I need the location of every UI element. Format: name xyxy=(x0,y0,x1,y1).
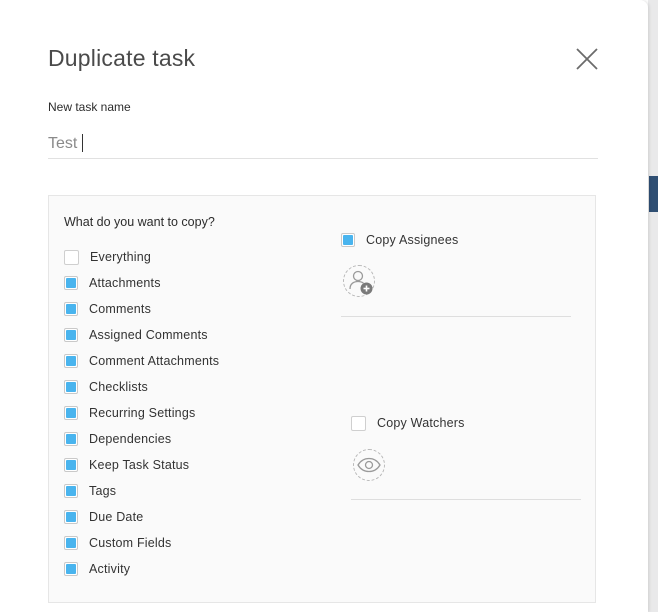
copy-watchers-label: Copy Watchers xyxy=(377,416,465,430)
option-everything[interactable]: Everything xyxy=(64,249,151,265)
option-recurring-settings[interactable]: Recurring Settings xyxy=(64,405,195,421)
attachments-checkbox[interactable] xyxy=(64,276,78,290)
tags-label: Tags xyxy=(89,484,117,498)
option-comments[interactable]: Comments xyxy=(64,301,151,317)
option-tags[interactable]: Tags xyxy=(64,483,116,499)
keep-task-status-label: Keep Task Status xyxy=(89,458,190,472)
close-button[interactable] xyxy=(573,45,601,73)
keep-task-status-checkbox[interactable] xyxy=(64,458,78,472)
attachments-label: Attachments xyxy=(89,276,161,290)
option-keep-task-status[interactable]: Keep Task Status xyxy=(64,457,189,473)
dependencies-label: Dependencies xyxy=(89,432,172,446)
option-checklists[interactable]: Checklists xyxy=(64,379,148,395)
checklists-checkbox[interactable] xyxy=(64,380,78,394)
add-watcher-button[interactable] xyxy=(353,449,385,481)
comments-label: Comments xyxy=(89,302,152,316)
custom-fields-checkbox[interactable] xyxy=(64,536,78,550)
everything-label: Everything xyxy=(90,250,152,264)
option-custom-fields[interactable]: Custom Fields xyxy=(64,535,171,551)
close-icon xyxy=(576,48,598,70)
option-due-date[interactable]: Due Date xyxy=(64,509,143,525)
option-assigned-comments[interactable]: Assigned Comments xyxy=(64,327,208,343)
recurring-settings-label: Recurring Settings xyxy=(89,406,196,420)
eye-icon xyxy=(357,457,381,473)
due-date-label: Due Date xyxy=(89,510,144,524)
copy-watchers-checkbox[interactable] xyxy=(351,415,366,431)
copy-assignees-label: Copy Assignees xyxy=(366,233,459,247)
option-attachments[interactable]: Attachments xyxy=(64,275,161,291)
assigned-comments-label: Assigned Comments xyxy=(89,328,208,342)
custom-fields-label: Custom Fields xyxy=(89,536,172,550)
option-comment-attachments[interactable]: Comment Attachments xyxy=(64,353,219,369)
recurring-settings-checkbox[interactable] xyxy=(64,406,78,420)
backdrop xyxy=(648,0,658,612)
dialog-title: Duplicate task xyxy=(48,45,196,71)
comments-checkbox[interactable] xyxy=(64,302,78,316)
duplicate-task-dialog: Duplicate task New task name What do you… xyxy=(0,0,648,612)
checklists-label: Checklists xyxy=(89,380,148,394)
option-dependencies[interactable]: Dependencies xyxy=(64,431,171,447)
comment-attachments-label: Comment Attachments xyxy=(89,354,220,368)
comment-attachments-checkbox[interactable] xyxy=(64,354,78,368)
task-name-label: New task name xyxy=(48,100,131,114)
add-user-icon xyxy=(349,270,373,295)
dependencies-checkbox[interactable] xyxy=(64,432,78,446)
add-assignee-button[interactable] xyxy=(343,265,375,297)
copy-watchers-option[interactable]: Copy Watchers xyxy=(351,415,465,431)
assigned-comments-checkbox[interactable] xyxy=(64,328,78,342)
copy-assignees-checkbox[interactable] xyxy=(341,233,355,247)
option-activity[interactable]: Activity xyxy=(64,561,130,577)
due-date-checkbox[interactable] xyxy=(64,510,78,524)
assignees-divider xyxy=(341,316,571,317)
task-name-input[interactable] xyxy=(48,130,598,159)
copy-question: What do you want to copy? xyxy=(64,215,215,229)
tags-checkbox[interactable] xyxy=(64,484,78,498)
activity-checkbox[interactable] xyxy=(64,562,78,576)
copy-assignees-option[interactable]: Copy Assignees xyxy=(341,232,458,248)
watchers-divider xyxy=(351,499,581,500)
everything-checkbox[interactable] xyxy=(64,249,79,265)
backdrop-accent xyxy=(649,176,658,212)
text-caret xyxy=(82,134,83,152)
activity-label: Activity xyxy=(89,562,131,576)
